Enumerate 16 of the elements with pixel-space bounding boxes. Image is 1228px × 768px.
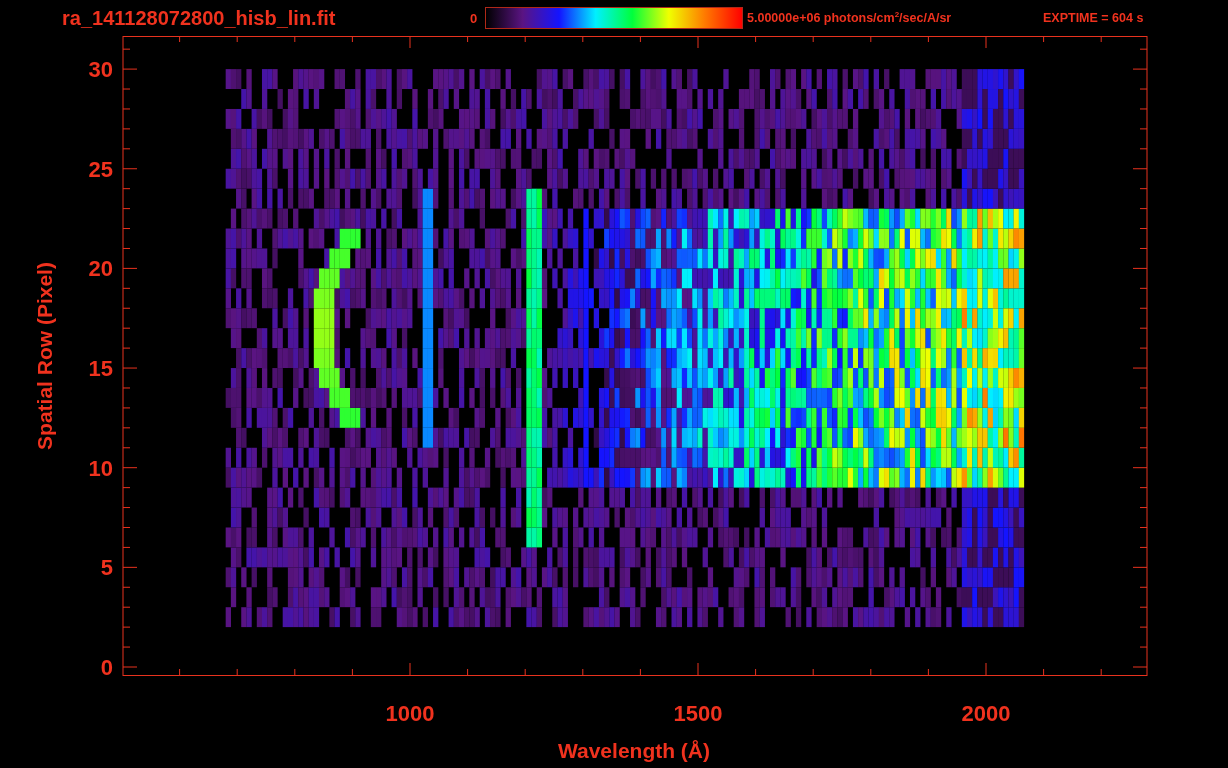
y-tick-label: 15 — [88, 356, 113, 382]
y-tick-label: 30 — [88, 57, 113, 83]
y-tick-label: 5 — [100, 555, 113, 581]
colorbar-max-label: 5.00000e+06 photons/cm$^{2}$/sec/A/sr — [747, 10, 953, 26]
file-title: ra_141128072800_hisb_lin.fit — [62, 6, 337, 30]
y-tick-label: 25 — [88, 156, 113, 182]
x-tick-label: 1500 — [673, 701, 723, 726]
exposure-time-label: EXPTIME = 604 s — [1043, 11, 1144, 25]
y-tick-label: 10 — [88, 455, 113, 481]
x-tick-label: 2000 — [961, 701, 1011, 726]
colorbar-min-label: 0 — [470, 10, 479, 26]
x-axis-label: Wavelength (Å) — [557, 739, 711, 762]
y-axis-label: Spatial Row (Pixel) — [33, 262, 56, 450]
y-tick-label: 20 — [88, 256, 113, 282]
y-tick-label: 0 — [100, 655, 113, 680]
x-tick-label: 1000 — [385, 701, 435, 726]
